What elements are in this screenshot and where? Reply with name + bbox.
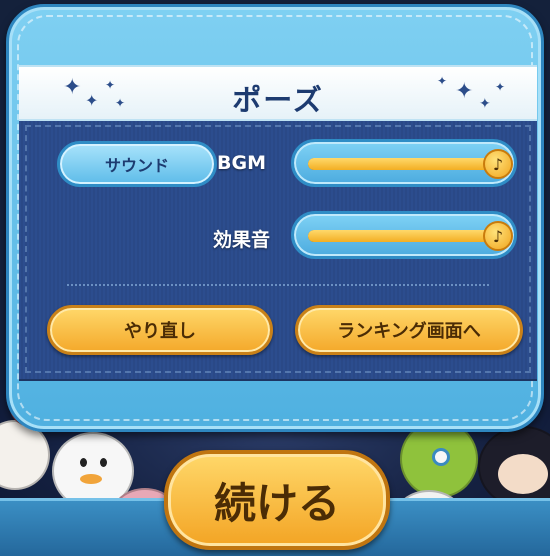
sfx-label: 効果音 — [213, 229, 271, 251]
dialog-title-bar: ✦ ✦ ✦ ✦ ポーズ ✦ ✦ ✦ ✦ — [19, 65, 537, 121]
music-note-icon[interactable]: ♪ — [483, 221, 513, 251]
bgm-label: BGM — [217, 152, 266, 174]
sparkle-icon: ✦ — [479, 96, 491, 112]
continue-button[interactable]: 続ける — [164, 450, 390, 550]
bgm-slider-fill — [308, 158, 498, 170]
retry-button[interactable]: やり直し — [47, 305, 273, 355]
section-divider — [67, 284, 489, 286]
sfx-slider-track: ♪ — [308, 221, 513, 251]
pause-dialog: ✦ ✦ ✦ ✦ ポーズ ✦ ✦ ✦ ✦ サウンド BGM ♪ 効果音 ♪ やり直… — [6, 4, 544, 432]
bgm-slider-track: ♪ — [308, 149, 513, 179]
bgm-slider[interactable]: ♪ — [291, 139, 517, 187]
sound-button[interactable]: サウンド — [57, 141, 217, 187]
sparkle-icon: ✦ — [455, 79, 474, 104]
ranking-screen-button[interactable]: ランキング画面へ — [295, 305, 523, 355]
tsum-snow-white — [478, 426, 550, 508]
sparkle-icon: ✦ — [495, 80, 506, 94]
sfx-slider-fill — [308, 230, 498, 242]
sparkle-icon: ✦ — [437, 74, 448, 88]
dialog-content: サウンド BGM ♪ 効果音 ♪ やり直し ランキング画面へ — [19, 119, 537, 381]
sfx-slider[interactable]: ♪ — [291, 211, 517, 259]
music-note-icon[interactable]: ♪ — [483, 149, 513, 179]
